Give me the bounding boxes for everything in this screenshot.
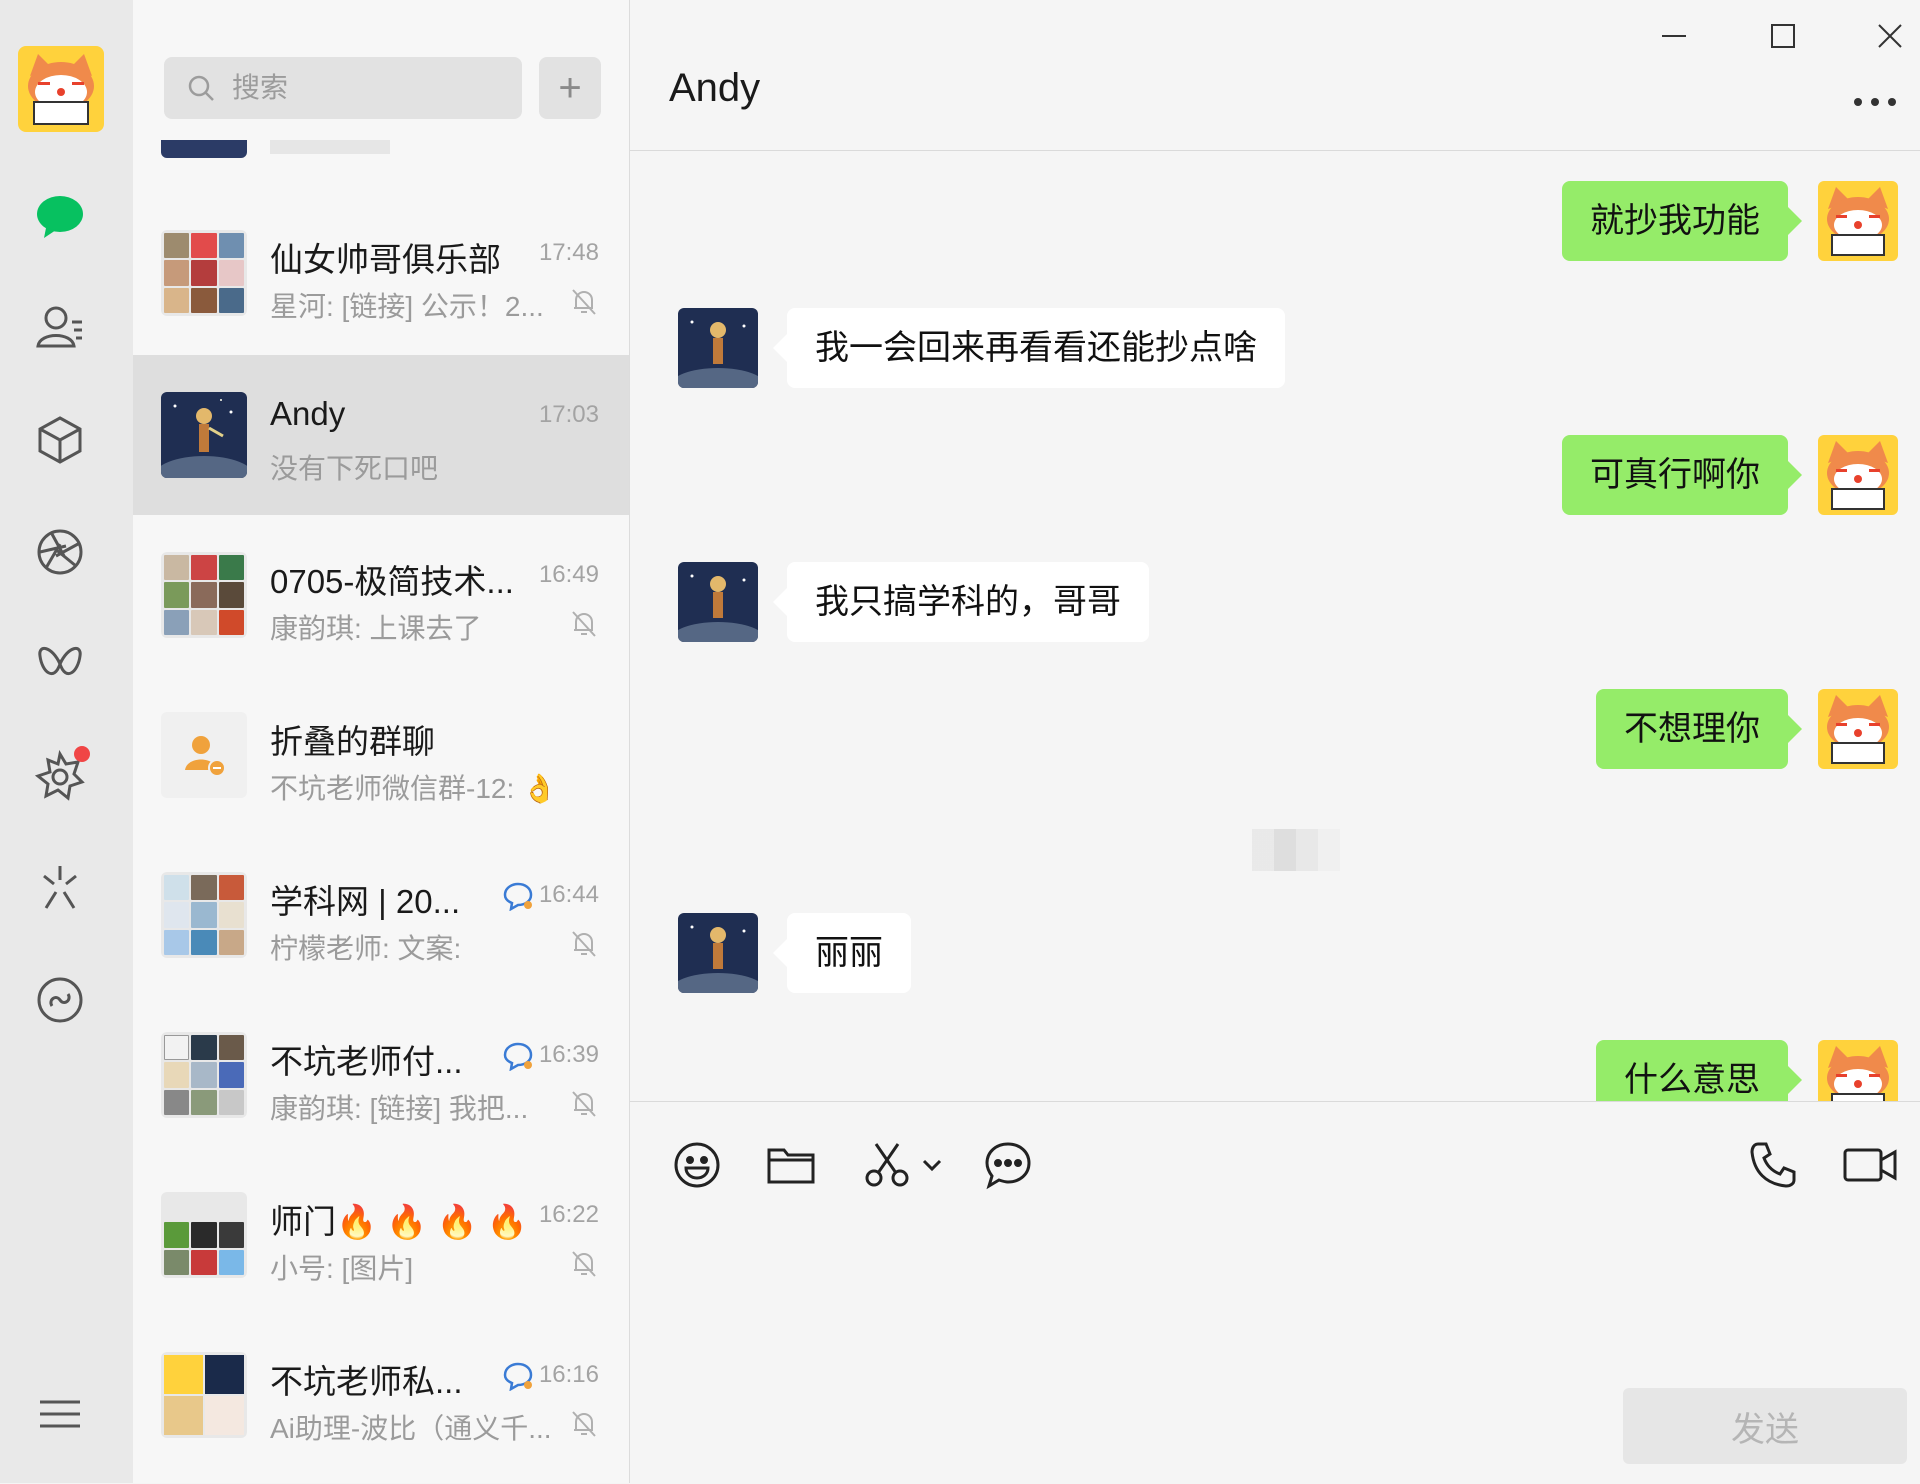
more-options-icon[interactable] [1850, 88, 1900, 116]
clipped-avatar [161, 140, 247, 158]
close-button[interactable] [1862, 12, 1918, 60]
message-bubble-outgoing[interactable]: 可真行啊你 [1562, 435, 1802, 515]
contact-avatar[interactable] [678, 913, 758, 993]
group-avatar [161, 1192, 247, 1278]
conversation-item[interactable]: 折叠的群聊 不坑老师微信群-12: 👌 [133, 675, 629, 835]
group-avatar [161, 1352, 247, 1438]
emoji-icon[interactable] [669, 1137, 725, 1193]
maximize-button[interactable] [1755, 12, 1811, 60]
video-icon[interactable] [1842, 1137, 1898, 1193]
mini-programs-icon[interactable] [32, 972, 88, 1028]
conversation-preview: 康韵琪: 上课去了 [270, 613, 482, 644]
add-button[interactable]: + [539, 57, 601, 119]
favorites-icon[interactable] [32, 412, 88, 468]
message-bubble-outgoing[interactable]: 什么意思 [1596, 1040, 1802, 1101]
clipped-preview [270, 140, 390, 154]
conversation-time: 16:16 [538, 1361, 599, 1388]
conversation-item-active[interactable]: Andy 17:03 没有下死口吧 [133, 355, 629, 515]
conversation-list: 仙女帅哥俱乐部 17:48 星河: [链接] 公示！2... Andy 17:0… [133, 0, 630, 1483]
group-avatar [161, 872, 247, 958]
muted-bell-icon [572, 1251, 596, 1277]
channels-icon[interactable] [32, 636, 88, 692]
timestamp-separator-blurred [1252, 829, 1340, 871]
conversation-item[interactable]: 0705-极简技术... 16:49 康韵琪: 上课去了 [133, 515, 629, 675]
navigation-rail [0, 0, 133, 1483]
conversation-time: 17:48 [538, 239, 599, 266]
conversation-item[interactable]: 学科网 | 20... 16:44 柠檬老师: 文案: [133, 835, 629, 995]
conversation-title: 仙女帅哥俱乐部 [270, 241, 501, 278]
self-avatar[interactable] [1818, 181, 1898, 261]
moments-icon[interactable] [32, 524, 88, 580]
message-bubble-outgoing[interactable]: 就抄我功能 [1562, 181, 1802, 261]
group-avatar [161, 552, 247, 638]
scissors-icon[interactable] [859, 1137, 915, 1193]
folder-icon[interactable] [763, 1137, 819, 1193]
conversation-preview: 不坑老师微信群-12: 👌 [270, 773, 557, 804]
conversation-preview: Ai助理-波比（通义千... [270, 1413, 552, 1444]
conversation-time: 17:03 [538, 401, 599, 428]
chevron-down-icon[interactable] [917, 1137, 947, 1193]
self-avatar[interactable] [1818, 1040, 1898, 1101]
notification-badge [74, 746, 90, 762]
conversation-time: 16:39 [538, 1041, 599, 1068]
muted-bell-icon [572, 1411, 596, 1437]
chat-title: Andy [669, 66, 761, 110]
andy-avatar [161, 392, 247, 478]
message-bubble-incoming[interactable]: 我一会回来再看看还能抄点啥 [773, 308, 1285, 388]
chat-header: Andy [630, 0, 1920, 151]
group-chat-icon [503, 882, 533, 911]
chat-history-icon[interactable] [980, 1137, 1036, 1193]
conversation-preview: 康韵琪: [链接] 我把... [270, 1093, 529, 1124]
muted-bell-icon [572, 611, 596, 637]
conversation-title: 不坑老师付... [270, 1043, 463, 1080]
message-bubble-incoming[interactable]: 我只搞学科的，哥哥 [773, 562, 1149, 642]
message-bubble-incoming[interactable]: 丽丽 [773, 913, 911, 993]
contact-avatar[interactable] [678, 308, 758, 388]
chat-icon[interactable] [32, 188, 88, 244]
conversation-preview: 没有下死口吧 [270, 453, 439, 484]
search-box[interactable] [164, 57, 522, 119]
message-composer: 发送 [630, 1101, 1920, 1484]
conversation-item[interactable]: 不坑老师付... 16:39 康韵琪: [链接] 我把... [133, 995, 629, 1155]
contact-avatar[interactable] [678, 562, 758, 642]
discover-icon[interactable] [32, 746, 90, 804]
folded-group-avatar [161, 712, 247, 798]
search-icon[interactable] [32, 860, 88, 916]
self-avatar[interactable] [1818, 435, 1898, 515]
conversation-title: 不坑老师私... [270, 1363, 463, 1400]
group-chat-icon [503, 1362, 533, 1391]
message-bubble-outgoing[interactable]: 不想理你 [1596, 689, 1802, 769]
conversation-title: Andy [270, 395, 346, 432]
group-avatar [161, 1032, 247, 1118]
group-avatar [161, 230, 247, 316]
conversation-item[interactable]: 不坑老师私... 16:16 Ai助理-波比（通义千... [133, 1315, 629, 1475]
message-area: 就抄我功能 我一会回来再看看还能抄点啥 可真行啊你 我只搞学科的，哥哥 不想理你… [630, 151, 1920, 1101]
send-button[interactable]: 发送 [1623, 1388, 1907, 1464]
self-avatar[interactable] [1818, 689, 1898, 769]
muted-bell-icon [572, 1091, 596, 1117]
conversation-item[interactable]: 师门🔥 🔥 🔥 🔥 16:22 小号: [图片] [133, 1155, 629, 1315]
user-avatar[interactable] [18, 46, 104, 132]
search-icon [188, 75, 214, 101]
muted-bell-icon [572, 289, 596, 315]
conversation-preview: 柠檬老师: 文案: [270, 933, 462, 964]
contacts-icon[interactable] [32, 300, 88, 356]
phone-icon[interactable] [1745, 1137, 1801, 1193]
conversation-title: 学科网 | 20... [270, 883, 461, 920]
conversation-time: 16:49 [538, 561, 599, 588]
group-chat-icon [503, 1042, 533, 1071]
minimize-button[interactable] [1646, 12, 1702, 60]
conversation-time: 16:22 [538, 1201, 599, 1228]
conversation-preview: 星河: [链接] 公示！2... [270, 291, 544, 322]
muted-bell-icon [572, 931, 596, 957]
search-input[interactable] [230, 71, 494, 105]
conversation-title: 折叠的群聊 [270, 723, 435, 760]
conversation-time: 16:44 [538, 881, 599, 908]
conversation-title: 0705-极简技术... [270, 563, 514, 600]
conversation-item[interactable]: 仙女帅哥俱乐部 17:48 星河: [链接] 公示！2... [133, 193, 629, 353]
menu-icon[interactable] [32, 1386, 88, 1442]
conversation-title: 师门🔥 🔥 🔥 🔥 [270, 1203, 528, 1240]
conversation-preview: 小号: [图片] [270, 1253, 414, 1284]
message-input[interactable] [660, 1212, 1894, 1376]
